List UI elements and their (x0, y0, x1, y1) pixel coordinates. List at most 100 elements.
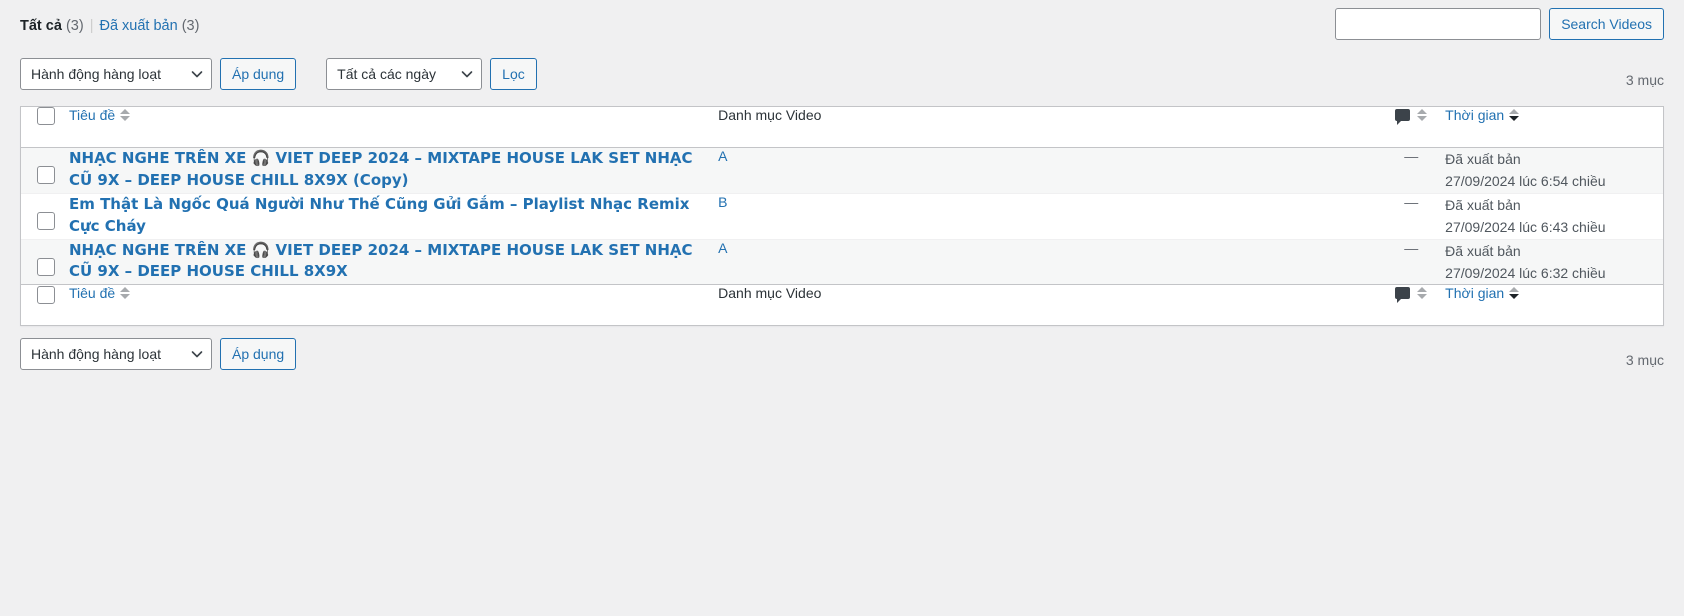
row-comments-value: — (1404, 193, 1419, 210)
chevron-down-icon (461, 68, 473, 80)
row-date-cell: Đã xuất bản 27/09/2024 lúc 6:54 chiều (1445, 148, 1663, 193)
apply-bulk-action-button-bottom[interactable]: Áp dụng (220, 338, 297, 371)
column-header-date-label: Thời gian (1445, 107, 1505, 123)
status-filter-published-count: (3) (181, 18, 200, 34)
row-date-status: Đã xuất bản (1445, 196, 1521, 213)
select-all-header (21, 107, 69, 148)
row-checkbox[interactable] (37, 166, 55, 185)
row-title-link[interactable]: NHẠC NGHE TRÊN XE 🎧 VIET DEEP 2024 – MIX… (69, 240, 699, 284)
bulk-actions-bottom: Hành động hàng loạt Áp dụng (20, 338, 297, 371)
row-checkbox[interactable] (37, 212, 55, 231)
column-footer-category: Danh mục Video (718, 284, 1378, 326)
column-header-category-label: Danh mục Video (718, 107, 822, 123)
column-footer-title: Tiêu đề (68, 284, 719, 326)
row-title-link[interactable]: NHẠC NGHE TRÊN XE 🎧 VIET DEEP 2024 – MIX… (69, 148, 699, 192)
table-body: NHẠC NGHE TRÊN XE 🎧 VIET DEEP 2024 – MIX… (21, 148, 1663, 285)
row-select-cell (21, 192, 69, 239)
sort-indicator-icon (120, 107, 131, 123)
row-date-when: 27/09/2024 lúc 6:54 chiều (1445, 173, 1606, 190)
videos-list-table: Tiêu đề Danh mục Video Thời gian NHẠC NG… (20, 106, 1664, 327)
row-comments-value: — (1404, 148, 1419, 164)
search-box: Search Videos (1335, 8, 1664, 40)
row-date-cell: Đã xuất bản 27/09/2024 lúc 6:32 chiều (1445, 238, 1663, 285)
row-checkbox[interactable] (37, 257, 55, 276)
bulk-actions-top: Hành động hàng loạt Áp dụng Tất cả các n… (20, 58, 537, 90)
videos-list-page: Tất cả (3) | Đã xuất bản (3) Search Videos… (0, 0, 1684, 378)
row-comments-cell: — (1377, 238, 1446, 285)
sort-by-date-top[interactable]: Thời gian (1445, 107, 1520, 123)
bulk-action-select-top[interactable]: Hành động hàng loạt (20, 58, 212, 90)
column-footer-date: Thời gian (1445, 284, 1663, 326)
column-footer-category-label: Danh mục Video (718, 285, 822, 302)
row-select-cell (21, 238, 69, 285)
column-header-title-label: Tiêu đề (68, 107, 116, 123)
search-input[interactable] (1335, 8, 1542, 40)
status-filter-all-label[interactable]: Tất cả (20, 18, 62, 34)
filter-button[interactable]: Lọc (490, 58, 537, 90)
row-category-cell: B (718, 192, 1378, 239)
column-footer-title-label: Tiêu đề (68, 285, 116, 302)
sort-by-date-bottom[interactable]: Thời gian (1445, 285, 1520, 302)
date-filter-select-label: Tất cả các ngày (337, 66, 436, 82)
row-category-link[interactable]: B (718, 194, 727, 210)
table-row: NHẠC NGHE TRÊN XE 🎧 VIET DEEP 2024 – MIX… (21, 148, 1663, 193)
select-all-footer (21, 284, 69, 326)
sort-by-comments-top[interactable] (1395, 107, 1428, 125)
status-filter-all[interactable]: Tất cả (3) (20, 18, 84, 34)
row-date-when: 27/09/2024 lúc 6:32 chiều (1445, 264, 1606, 281)
column-header-title: Tiêu đề (68, 107, 719, 148)
search-videos-button[interactable]: Search Videos (1549, 8, 1664, 40)
column-header-date: Thời gian (1445, 107, 1663, 148)
row-comments-cell: — (1377, 148, 1445, 193)
table-footer-row: Tiêu đề Danh mục Video Thời gian (21, 284, 1663, 326)
chevron-down-icon (191, 68, 203, 80)
row-category-link[interactable]: A (718, 148, 727, 164)
column-footer-date-label: Thời gian (1445, 285, 1505, 302)
select-all-checkbox-bottom[interactable] (37, 285, 55, 304)
row-comments-value: — (1404, 239, 1419, 256)
sort-by-title-top[interactable]: Tiêu đề (68, 107, 131, 123)
row-date-status: Đã xuất bản (1445, 151, 1521, 167)
row-title-cell: NHẠC NGHE TRÊN XE 🎧 VIET DEEP 2024 – MIX… (68, 238, 719, 285)
displaying-num-bottom: 3 mục (1625, 352, 1664, 369)
row-comments-cell: — (1377, 192, 1446, 239)
sort-by-title-bottom[interactable]: Tiêu đề (68, 285, 131, 302)
status-filter-published[interactable]: Đã xuất bản (3) (99, 18, 199, 34)
row-title-cell: Em Thật Là Ngốc Quá Người Như Thế Cũng G… (68, 192, 719, 239)
row-date-when: 27/09/2024 lúc 6:43 chiều (1445, 219, 1606, 236)
comment-bubble-icon (1395, 109, 1411, 125)
sort-indicator-icon (120, 285, 131, 301)
table-head: Tiêu đề Danh mục Video Thời gian (21, 107, 1663, 148)
apply-bulk-action-button-top[interactable]: Áp dụng (220, 58, 297, 90)
row-select-cell (21, 148, 69, 193)
comment-bubble-icon (1395, 287, 1411, 304)
sort-indicator-icon (1417, 285, 1428, 301)
row-title-cell: NHẠC NGHE TRÊN XE 🎧 VIET DEEP 2024 – MIX… (69, 148, 718, 193)
select-all-checkbox-top[interactable] (37, 107, 55, 126)
bulk-action-select-bottom[interactable]: Hành động hàng loạt (20, 338, 212, 371)
tablenav-top: Hành động hàng loạt Áp dụng Tất cả các n… (20, 58, 1664, 106)
row-date-status: Đã xuất bản (1445, 242, 1521, 259)
row-category-link[interactable]: A (718, 240, 727, 256)
row-category-cell: A (718, 238, 1378, 285)
table-row: NHẠC NGHE TRÊN XE 🎧 VIET DEEP 2024 – MIX… (21, 238, 1663, 285)
page-top-bar: Tất cả (3) | Đã xuất bản (3) Search Videos (20, 0, 1664, 58)
displaying-num-top: 3 mục (1625, 72, 1664, 88)
row-date-cell: Đã xuất bản 27/09/2024 lúc 6:43 chiều (1445, 192, 1663, 239)
column-header-category: Danh mục Video (718, 107, 1378, 148)
chevron-down-icon (191, 348, 203, 360)
bulk-action-select-top-label: Hành động hàng loạt (31, 66, 161, 82)
sort-indicator-icon (1509, 285, 1520, 301)
sort-by-comments-bottom[interactable] (1395, 285, 1428, 304)
column-header-comments (1377, 107, 1446, 148)
table-header-row: Tiêu đề Danh mục Video Thời gian (21, 107, 1663, 148)
date-filter-select[interactable]: Tất cả các ngày (326, 58, 483, 90)
status-filter-separator: | (89, 18, 94, 34)
sort-indicator-icon (1417, 107, 1428, 123)
row-title-link[interactable]: Em Thật Là Ngốc Quá Người Như Thế Cũng G… (69, 194, 699, 238)
status-filter-published-label[interactable]: Đã xuất bản (99, 18, 177, 34)
table-row: Em Thật Là Ngốc Quá Người Như Thế Cũng G… (21, 192, 1663, 239)
tablenav-bottom: Hành động hàng loạt Áp dụng 3 mục (20, 326, 1664, 378)
sort-indicator-icon (1509, 107, 1520, 123)
